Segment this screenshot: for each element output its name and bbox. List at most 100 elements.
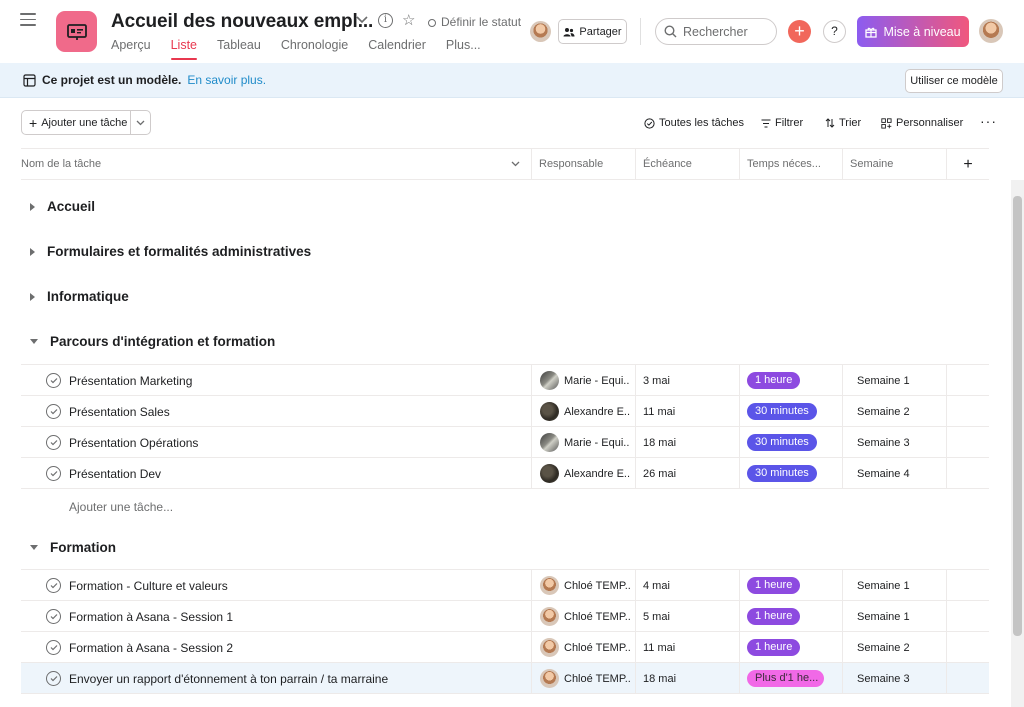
add-task-inline[interactable]: Ajouter une tâche...: [69, 500, 173, 514]
due-date-cell[interactable]: 18 mai: [635, 427, 739, 458]
caret-right-icon[interactable]: [30, 202, 35, 211]
complete-check-icon[interactable]: [46, 671, 61, 686]
due-date-cell[interactable]: 3 mai: [635, 365, 739, 396]
set-status-button[interactable]: Définir le statut: [428, 15, 521, 29]
customize-button[interactable]: Personnaliser: [881, 117, 963, 129]
caret-right-icon[interactable]: [30, 247, 35, 256]
tab-board[interactable]: Tableau: [217, 38, 261, 60]
time-cell[interactable]: 1 heure: [739, 601, 842, 632]
assignee-cell[interactable]: Marie - Equi...: [531, 427, 635, 458]
task-name[interactable]: Présentation Dev: [69, 467, 161, 481]
due-date-cell[interactable]: 4 mai: [635, 570, 739, 601]
time-cell[interactable]: 1 heure: [739, 570, 842, 601]
caret-down-icon[interactable]: [30, 339, 38, 344]
time-cell[interactable]: 30 minutes: [739, 427, 842, 458]
task-name[interactable]: Formation - Culture et valeurs: [69, 579, 228, 593]
share-button[interactable]: Partager: [558, 19, 627, 44]
complete-check-icon[interactable]: [46, 435, 61, 450]
add-task-dropdown[interactable]: [131, 111, 150, 134]
use-template-button[interactable]: Utiliser ce modèle: [905, 69, 1003, 93]
scrollbar-thumb[interactable]: [1013, 196, 1022, 636]
assignee-cell[interactable]: Chloé TEMP...: [531, 663, 635, 694]
complete-check-icon[interactable]: [46, 578, 61, 593]
tab-overview[interactable]: Aperçu: [111, 38, 151, 60]
assignee-cell[interactable]: Chloé TEMP...: [531, 601, 635, 632]
section-accueil[interactable]: Accueil: [30, 199, 95, 214]
column-week[interactable]: Semaine: [842, 149, 946, 180]
chevron-down-icon[interactable]: [511, 161, 520, 167]
more-options-icon[interactable]: ···: [980, 113, 997, 129]
week-cell[interactable]: Semaine 3: [842, 427, 946, 458]
table-row[interactable]: Présentation Marketing Marie - Equi... 3…: [21, 364, 989, 396]
column-task-name[interactable]: Nom de la tâche: [21, 149, 531, 180]
add-column-button[interactable]: +: [946, 149, 989, 180]
task-name[interactable]: Présentation Sales: [69, 405, 170, 419]
table-row[interactable]: Présentation Opérations Marie - Equi... …: [21, 426, 989, 458]
assignee-cell[interactable]: Chloé TEMP...: [531, 570, 635, 601]
section-formation[interactable]: Formation: [30, 540, 116, 555]
due-date-cell[interactable]: 11 mai: [635, 632, 739, 663]
tab-calendar[interactable]: Calendrier: [368, 38, 426, 60]
due-date-cell[interactable]: 5 mai: [635, 601, 739, 632]
task-name[interactable]: Présentation Marketing: [69, 374, 192, 388]
week-cell[interactable]: Semaine 3: [842, 663, 946, 694]
filter-button[interactable]: Filtrer: [761, 117, 803, 129]
section-parcours[interactable]: Parcours d'intégration et formation: [30, 334, 275, 349]
column-assignee[interactable]: Responsable: [531, 149, 635, 180]
task-name[interactable]: Formation à Asana - Session 2: [69, 641, 233, 655]
menu-icon[interactable]: [20, 13, 36, 27]
column-due-date[interactable]: Échéance: [635, 149, 739, 180]
tab-more[interactable]: Plus...: [446, 38, 481, 60]
complete-check-icon[interactable]: [46, 640, 61, 655]
project-title[interactable]: Accueil des nouveaux empl...: [111, 11, 373, 33]
table-row[interactable]: Formation - Culture et valeurs Chloé TEM…: [21, 569, 989, 601]
assignee-cell[interactable]: Alexandre E...: [531, 396, 635, 427]
section-formulaires[interactable]: Formulaires et formalités administrative…: [30, 244, 311, 259]
table-row[interactable]: Formation à Asana - Session 2 Chloé TEMP…: [21, 631, 989, 663]
week-cell[interactable]: Semaine 1: [842, 601, 946, 632]
caret-down-icon[interactable]: [30, 545, 38, 550]
member-avatar[interactable]: [530, 21, 551, 42]
assignee-cell[interactable]: Chloé TEMP...: [531, 632, 635, 663]
sort-button[interactable]: Trier: [825, 117, 861, 129]
project-icon[interactable]: [56, 11, 97, 52]
complete-check-icon[interactable]: [46, 466, 61, 481]
week-cell[interactable]: Semaine 1: [842, 365, 946, 396]
section-informatique[interactable]: Informatique: [30, 289, 129, 304]
help-button[interactable]: ?: [823, 20, 846, 43]
complete-check-icon[interactable]: [46, 609, 61, 624]
week-cell[interactable]: Semaine 2: [842, 632, 946, 663]
week-cell[interactable]: Semaine 4: [842, 458, 946, 489]
upgrade-button[interactable]: Mise à niveau: [857, 16, 969, 47]
all-tasks-button[interactable]: Toutes les tâches: [644, 117, 744, 129]
star-icon[interactable]: ☆: [402, 11, 415, 29]
time-cell[interactable]: 30 minutes: [739, 396, 842, 427]
tab-list[interactable]: Liste: [170, 38, 198, 60]
week-cell[interactable]: Semaine 2: [842, 396, 946, 427]
task-name[interactable]: Envoyer un rapport d'étonnement à ton pa…: [69, 672, 388, 686]
search-input[interactable]: Rechercher: [655, 18, 777, 45]
caret-right-icon[interactable]: [30, 292, 35, 301]
column-time-required[interactable]: Temps néces...: [739, 149, 842, 180]
learn-more-link[interactable]: En savoir plus.: [187, 73, 266, 87]
info-icon[interactable]: i: [378, 13, 393, 28]
time-cell[interactable]: 1 heure: [739, 632, 842, 663]
create-plus-button[interactable]: +: [788, 20, 811, 43]
assignee-cell[interactable]: Alexandre E...: [531, 458, 635, 489]
tab-timeline[interactable]: Chronologie: [281, 38, 348, 60]
assignee-cell[interactable]: Marie - Equi...: [531, 365, 635, 396]
task-name[interactable]: Présentation Opérations: [69, 436, 198, 450]
due-date-cell[interactable]: 18 mai: [635, 663, 739, 694]
chevron-down-icon[interactable]: [355, 15, 369, 25]
table-row[interactable]: Formation à Asana - Session 1 Chloé TEMP…: [21, 600, 989, 632]
table-row[interactable]: Envoyer un rapport d'étonnement à ton pa…: [21, 662, 989, 694]
time-cell[interactable]: Plus d'1 he...: [739, 663, 842, 694]
complete-check-icon[interactable]: [46, 373, 61, 388]
week-cell[interactable]: Semaine 1: [842, 570, 946, 601]
time-cell[interactable]: 1 heure: [739, 365, 842, 396]
task-name[interactable]: Formation à Asana - Session 1: [69, 610, 233, 624]
complete-check-icon[interactable]: [46, 404, 61, 419]
due-date-cell[interactable]: 11 mai: [635, 396, 739, 427]
user-avatar[interactable]: [979, 19, 1003, 43]
table-row[interactable]: Présentation Sales Alexandre E... 11 mai…: [21, 395, 989, 427]
